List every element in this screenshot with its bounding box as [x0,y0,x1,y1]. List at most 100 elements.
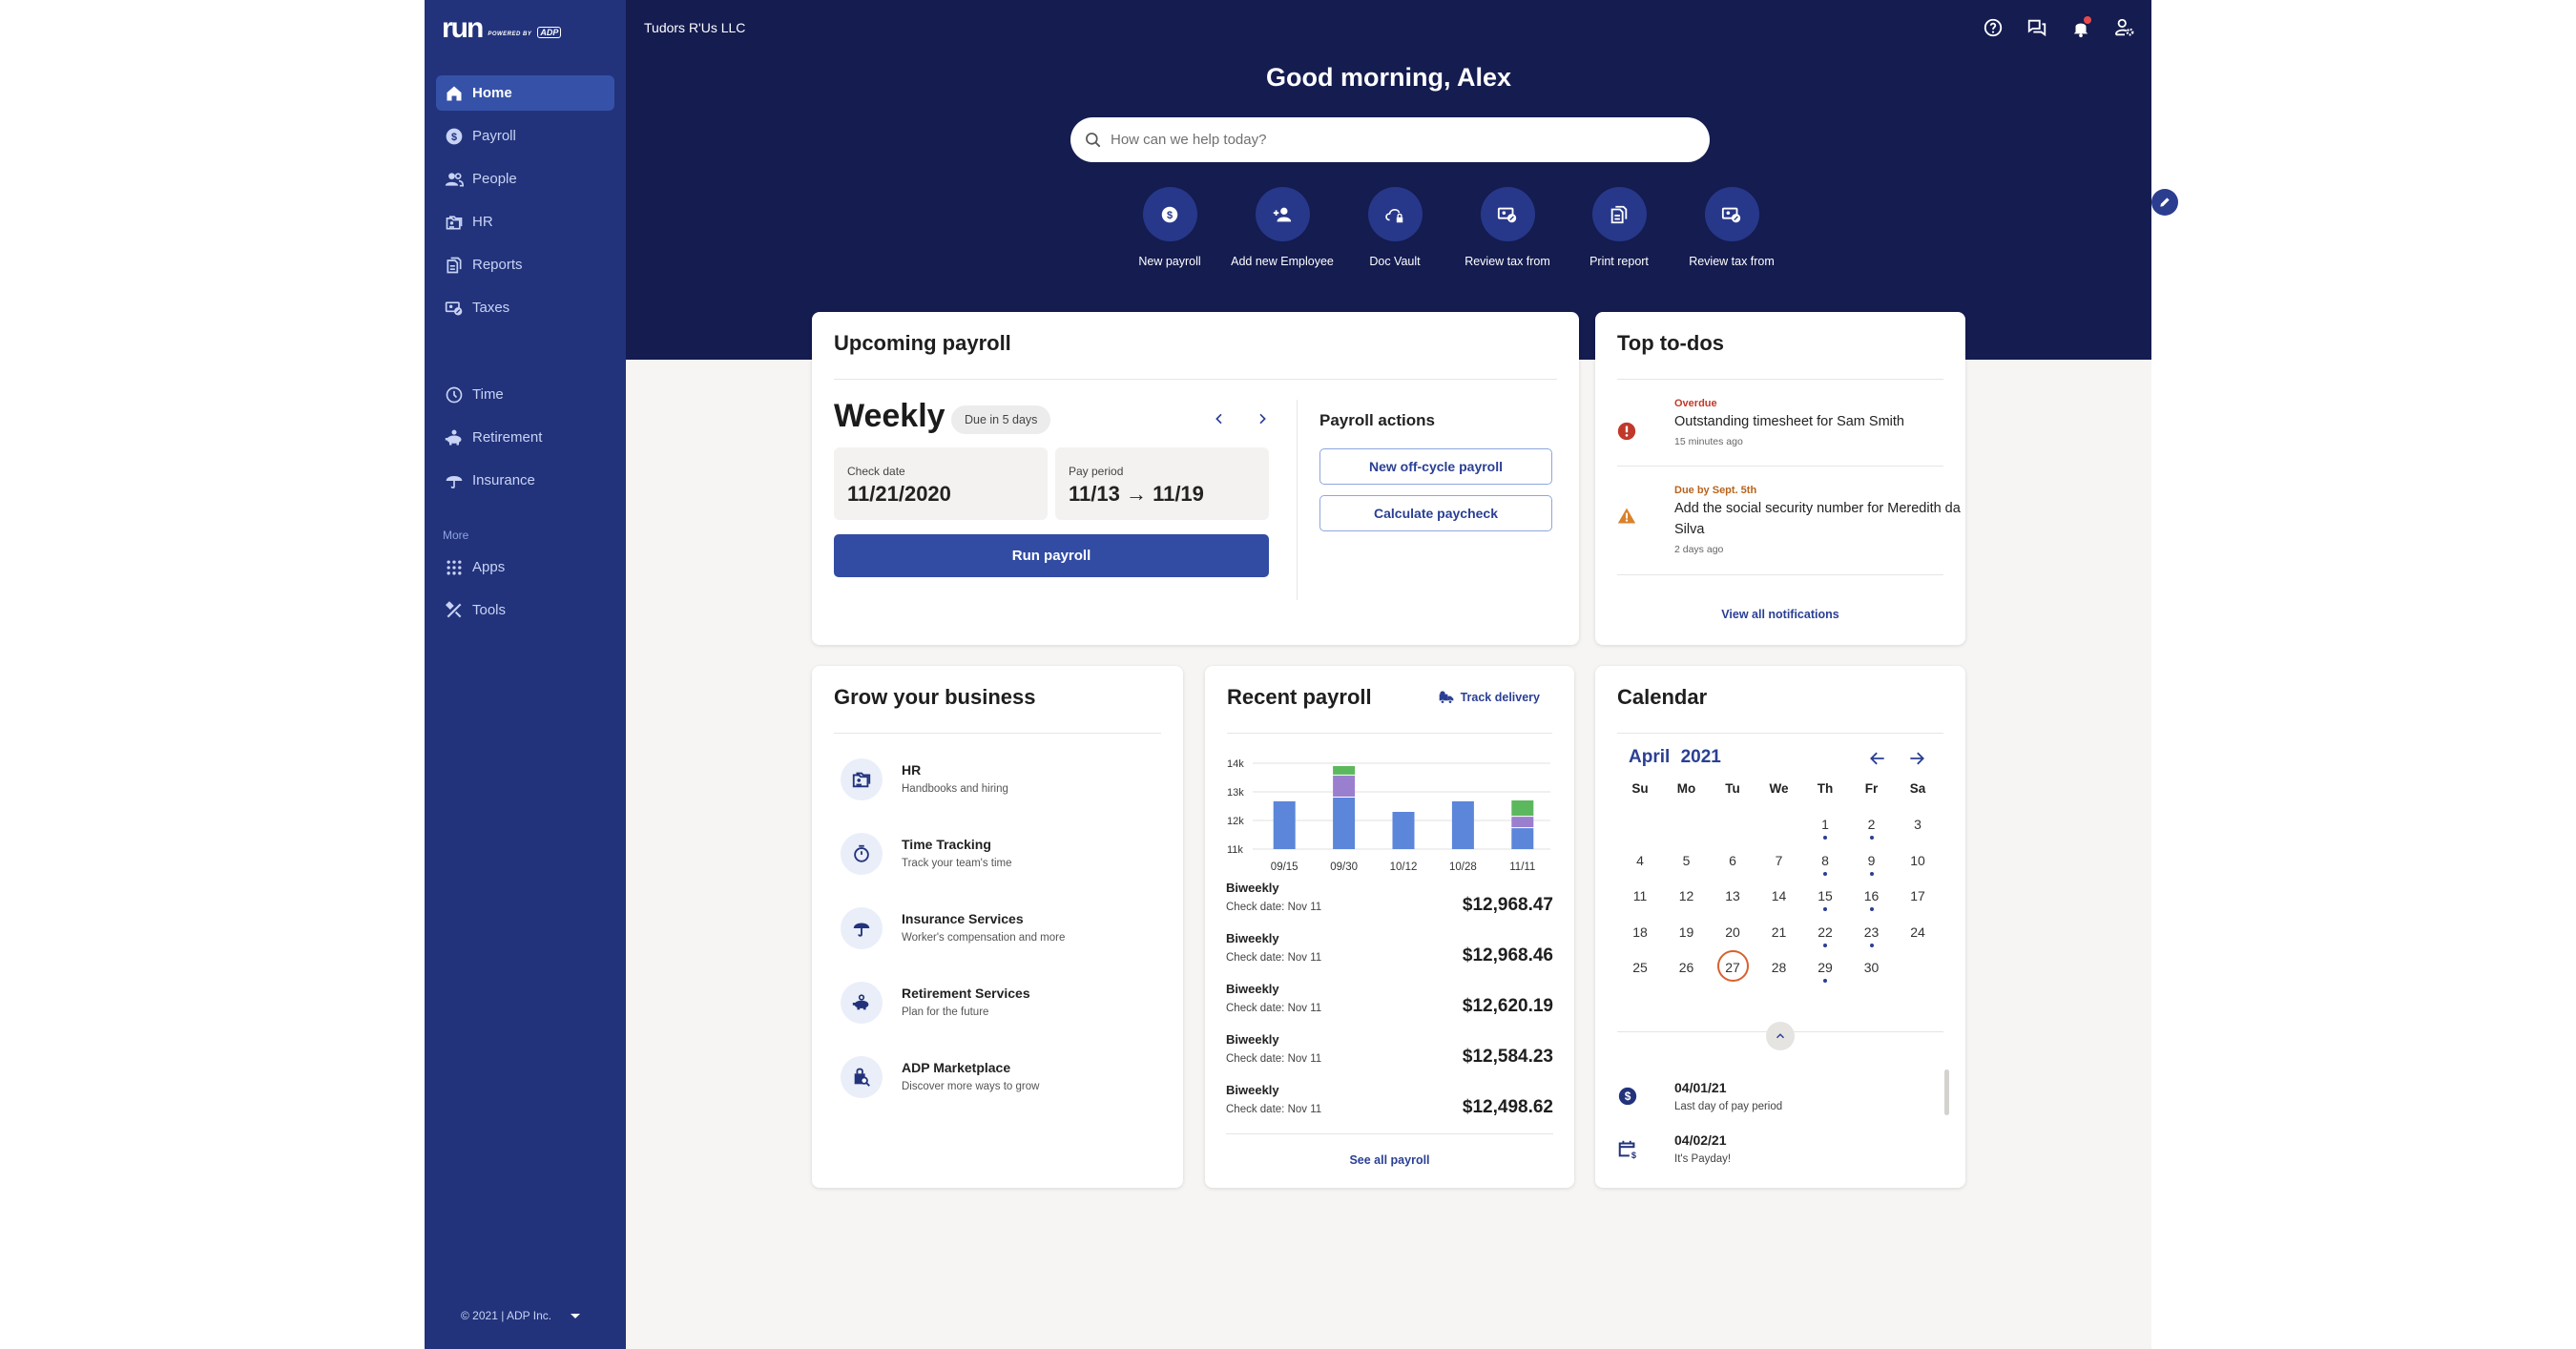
calendar-day[interactable]: 9 [1849,848,1895,879]
calendar-day[interactable]: 28 [1756,955,1802,986]
next-payroll-button[interactable] [1251,407,1274,430]
collapse-calendar-button[interactable] [1766,1022,1795,1050]
payroll-row[interactable]: Biweekly Check date: Nov 11 $12,968.47 [1226,881,1553,931]
run-payroll-button[interactable]: Run payroll [834,534,1269,577]
bar-base[interactable] [1392,812,1415,849]
quick-action-circle[interactable] [1255,187,1310,241]
calendar-day[interactable]: 8 [1802,848,1848,879]
calculate-paycheck-button[interactable]: Calculate paycheck [1319,495,1552,531]
calendar-day[interactable]: 11 [1617,883,1663,914]
search-input[interactable] [1111,132,1645,148]
sidebar-footer[interactable]: © 2021 | ADP Inc. [461,1309,581,1322]
quick-action-new-payroll[interactable]: $ New payroll [1108,187,1232,268]
sidebar-item-retirement[interactable]: Retirement [436,420,614,455]
calendar-event[interactable]: $ 04/02/21 It's Payday! [1617,1132,1922,1174]
grow-item-title: Time Tracking [902,837,991,852]
calendar-day[interactable]: 7 [1756,848,1802,879]
bell-icon[interactable] [2069,16,2092,39]
run-adp-logo[interactable]: run POWERED BY ADP [442,14,562,43]
quick-action-add-employee[interactable]: Add new Employee [1220,187,1344,268]
quick-action-review-tax-2[interactable]: Review tax from [1670,187,1794,268]
calendar-day[interactable]: 4 [1617,848,1663,879]
sidebar-item-reports[interactable]: Reports [436,247,614,282]
calendar-day[interactable]: 5 [1664,848,1710,879]
calendar-day[interactable]: 24 [1895,920,1941,950]
quick-action-circle[interactable] [1367,187,1423,241]
payroll-row[interactable]: Biweekly Check date: Nov 11 $12,620.19 [1226,982,1553,1032]
grow-item-marketplace[interactable]: ADP Marketplace Discover more ways to gr… [839,1056,1153,1100]
grow-item-insurance[interactable]: Insurance Services Worker's compensation… [839,907,1153,951]
calendar-day[interactable]: 18 [1617,920,1663,950]
todo-item[interactable]: Due by Sept. 5th Add the social security… [1617,485,1961,580]
quick-action-circle[interactable] [1704,187,1759,241]
calendar-day[interactable]: 14 [1756,883,1802,914]
calendar-day[interactable]: 20 [1710,920,1755,950]
sidebar-item-payroll[interactable]: $ Payroll [436,118,614,154]
calendar-day[interactable]: 29 [1802,955,1848,986]
bar-base[interactable] [1273,800,1296,849]
quick-action-circle[interactable] [1480,187,1535,241]
calendar-day[interactable]: 1 [1802,812,1848,842]
bar-base[interactable] [1333,798,1356,849]
next-month-button[interactable] [1904,746,1929,771]
grow-item-hr[interactable]: HR Handbooks and hiring [839,758,1153,802]
quick-action-review-tax[interactable]: Review tax from [1445,187,1569,268]
quick-action-print-report[interactable]: Print report [1557,187,1681,268]
quick-action-doc-vault[interactable]: Doc Vault [1333,187,1457,268]
calendar-day[interactable]: 6 [1710,848,1755,879]
calendar-day[interactable]: 16 [1849,883,1895,914]
calendar-day[interactable]: 13 [1710,883,1755,914]
help-icon[interactable] [1982,16,2005,39]
bar-segment-3[interactable] [1333,766,1356,775]
calendar-event[interactable]: $ 04/01/21 Last day of pay period [1617,1080,1922,1122]
payroll-row[interactable]: Biweekly Check date: Nov 11 $12,968.46 [1226,931,1553,982]
caret-down-icon[interactable] [571,1313,581,1318]
see-all-payroll-link[interactable]: See all payroll [1205,1153,1574,1167]
sidebar-item-home[interactable]: Home [436,75,614,111]
view-all-notifications-link[interactable]: View all notifications [1595,608,1965,621]
payroll-row[interactable]: Biweekly Check date: Nov 11 $12,498.62 [1226,1083,1553,1133]
calendar-day[interactable]: 15 [1802,883,1848,914]
company-name[interactable]: Tudors R'Us LLC [644,20,745,35]
sidebar-item-time[interactable]: Time [436,377,614,412]
calendar-day[interactable]: 19 [1664,920,1710,950]
calendar-day[interactable]: 25 [1617,955,1663,986]
sidebar-item-people[interactable]: People [436,161,614,197]
new-off-cycle-payroll-button[interactable]: New off-cycle payroll [1319,448,1552,485]
previous-payroll-button[interactable] [1208,407,1231,430]
calendar-day[interactable]: 27 [1710,950,1755,986]
calendar-day[interactable]: 30 [1849,955,1895,986]
bar-base[interactable] [1451,800,1474,849]
calendar-day[interactable]: 2 [1849,812,1895,842]
quick-action-circle[interactable] [1591,187,1647,241]
bar-base[interactable] [1511,828,1534,849]
calendar-day[interactable]: 12 [1664,883,1710,914]
todo-item[interactable]: Overdue Outstanding timesheet for Sam Sm… [1617,398,1943,474]
bar-segment-3[interactable] [1511,800,1534,817]
calendar-day[interactable]: 21 [1756,920,1802,950]
search-bar[interactable] [1070,117,1710,162]
sidebar-item-apps[interactable]: Apps [436,550,614,585]
previous-month-button[interactable] [1865,746,1890,771]
grow-item-time-tracking[interactable]: Time Tracking Track your team's time [839,833,1153,877]
calendar-day[interactable]: 26 [1664,955,1710,986]
user-settings-icon[interactable] [2113,16,2136,39]
edit-quick-actions-button[interactable] [2151,189,2178,216]
calendar-day[interactable]: 17 [1895,883,1941,914]
bar-segment-2[interactable] [1333,775,1356,797]
calendar-day[interactable]: 10 [1895,848,1941,879]
quick-action-circle[interactable]: $ [1142,187,1197,241]
events-scrollbar[interactable] [1944,1069,1949,1115]
sidebar-item-insurance[interactable]: Insurance [436,463,614,498]
chat-icon[interactable] [2025,16,2048,39]
payroll-row[interactable]: Biweekly Check date: Nov 11 $12,584.23 [1226,1032,1553,1083]
grow-item-retirement[interactable]: Retirement Services Plan for the future [839,982,1153,1026]
calendar-day[interactable]: 23 [1849,920,1895,950]
sidebar-item-hr[interactable]: HR [436,204,614,239]
bar-segment-2[interactable] [1511,817,1534,828]
calendar-day[interactable]: 3 [1895,812,1941,842]
sidebar-item-tools[interactable]: Tools [436,592,614,628]
day-number: 6 [1729,852,1736,868]
sidebar-item-taxes[interactable]: Taxes [436,290,614,325]
calendar-day[interactable]: 22 [1802,920,1848,950]
